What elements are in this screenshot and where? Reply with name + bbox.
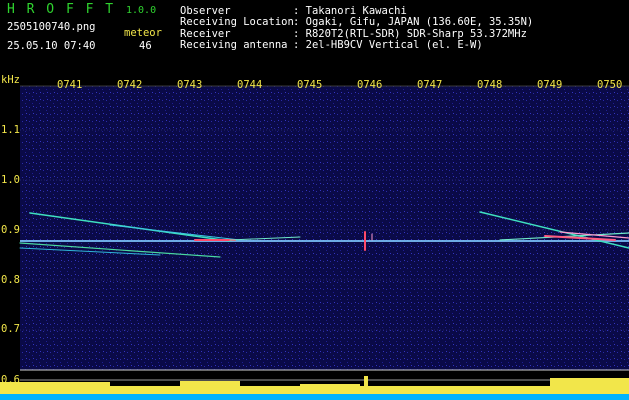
freq-tick: 1.0	[1, 174, 20, 186]
image-filename: 2505100740.png	[7, 21, 96, 33]
time-tick: 0747	[417, 79, 443, 91]
info-value-receiver: : R820T2(RTL-SDR) SDR-Sharp 53.372MHz	[293, 28, 527, 40]
app-title: H R O F F T	[7, 2, 116, 17]
time-tick: 0741	[57, 79, 83, 91]
time-tick: 0744	[237, 79, 263, 91]
time-tick: 0745	[297, 79, 323, 91]
frequency-unit-label: kHz	[1, 74, 20, 86]
time-tick: 0749	[537, 79, 563, 91]
freq-tick: 0.9	[1, 224, 20, 236]
info-label-antenna: Receiving antenna	[180, 39, 288, 51]
info-value-observer: : Takanori Kawachi	[293, 5, 407, 17]
hrofft-window: H R O F F T 1.0.0 2505100740.png meteor …	[0, 0, 629, 400]
app-version: 1.0.0	[126, 5, 157, 16]
info-label-receiver: Receiver	[180, 28, 231, 40]
baseline-bar	[0, 394, 629, 400]
info-value-antenna: : 2el-HB9CV Vertical (el. E-W)	[293, 39, 483, 51]
timestamp: 25.05.10 07:40	[7, 40, 96, 52]
spectrogram-area	[20, 86, 629, 370]
freq-tick: 0.6	[1, 374, 20, 386]
time-tick: 0742	[117, 79, 143, 91]
time-tick: 0750	[597, 79, 623, 91]
meteor-count: 46	[139, 40, 152, 52]
time-tick: 0746	[357, 79, 383, 91]
info-value-location: : Ogaki, Gifu, JAPAN (136.60E, 35.35N)	[293, 16, 534, 28]
meteor-label: meteor	[124, 27, 162, 39]
freq-tick: 0.8	[1, 274, 20, 286]
info-label-observer: Observer	[180, 5, 231, 17]
freq-tick: 0.7	[1, 323, 20, 335]
freq-tick: 1.1	[1, 124, 20, 136]
spectrogram	[0, 85, 629, 400]
time-tick: 0748	[477, 79, 503, 91]
info-label-location: Receiving Location	[180, 16, 294, 28]
time-tick: 0743	[177, 79, 203, 91]
